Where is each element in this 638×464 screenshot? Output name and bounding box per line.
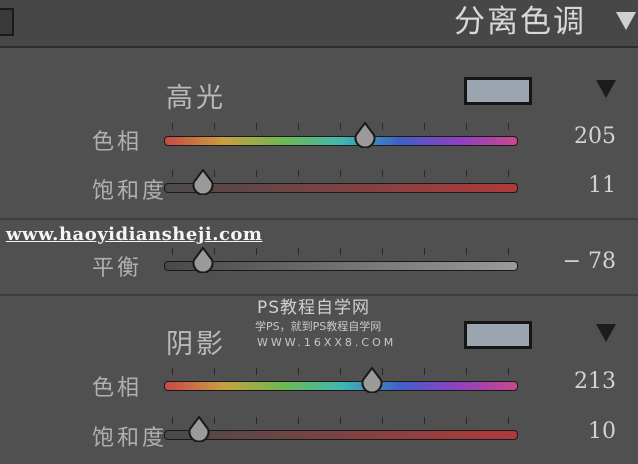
panel-switch-icon[interactable] xyxy=(0,8,14,36)
slider-tick xyxy=(508,170,509,177)
slider-tick xyxy=(298,417,299,424)
highlights-color-swatch[interactable] xyxy=(464,77,532,105)
slider-tick xyxy=(340,170,341,177)
slider-tick xyxy=(256,368,257,375)
slider-tick xyxy=(466,368,467,375)
highlights-saturation-slider[interactable] xyxy=(164,183,518,193)
slider-tick xyxy=(508,123,509,130)
slider-tick xyxy=(214,417,215,424)
slider-tick xyxy=(256,170,257,177)
slider-tick xyxy=(466,123,467,130)
balance-label: 平衡 xyxy=(92,256,143,281)
slider-tick xyxy=(424,368,425,375)
slider-tick xyxy=(508,248,509,255)
shadows-saturation-label: 饱和度 xyxy=(92,426,168,451)
highlights-hue-thumb-icon[interactable] xyxy=(352,121,378,149)
slider-tick xyxy=(256,248,257,255)
highlights-hue-label: 色相 xyxy=(92,130,143,155)
slider-tick xyxy=(340,123,341,130)
shadows-hue-thumb-icon[interactable] xyxy=(359,366,385,394)
highlights-label: 高光 xyxy=(166,83,226,114)
highlights-saturation-label: 饱和度 xyxy=(92,179,168,204)
slider-tick xyxy=(340,417,341,424)
watermark-url: www.haoyidiansheji.com xyxy=(6,224,263,245)
slider-tick xyxy=(508,368,509,375)
watermark-slogan: 学PS，就到PS教程自学网 xyxy=(255,320,382,333)
slider-tick xyxy=(256,417,257,424)
highlights-triangle-icon[interactable] xyxy=(596,80,616,98)
slider-tick xyxy=(382,170,383,177)
shadows-saturation-value[interactable]: 10 xyxy=(588,419,616,444)
slider-tick xyxy=(466,248,467,255)
slider-tick xyxy=(298,368,299,375)
highlights-saturation-value[interactable]: 11 xyxy=(588,173,616,198)
highlights-hue-value[interactable]: 205 xyxy=(574,124,616,149)
slider-tick xyxy=(214,368,215,375)
slider-tick xyxy=(340,248,341,255)
slider-tick xyxy=(382,123,383,130)
shadows-label: 阴影 xyxy=(166,329,226,360)
highlights-saturation-thumb-icon[interactable] xyxy=(190,168,216,196)
slider-tick xyxy=(424,417,425,424)
panel-title: 分离色调 xyxy=(454,4,586,40)
slider-tick xyxy=(424,170,425,177)
panel-header[interactable]: 分离色调 xyxy=(0,0,638,48)
shadows-color-swatch[interactable] xyxy=(464,321,532,349)
balance-value[interactable]: − 78 xyxy=(563,249,616,274)
slider-tick xyxy=(172,123,173,130)
highlights-hue-slider[interactable] xyxy=(164,136,518,146)
slider-tick xyxy=(214,123,215,130)
slider-tick xyxy=(298,170,299,177)
slider-tick xyxy=(382,417,383,424)
shadows-saturation-thumb-icon[interactable] xyxy=(186,415,212,443)
slider-tick xyxy=(424,248,425,255)
watermark-site-name: PS教程自学网 xyxy=(257,298,371,318)
slider-tick xyxy=(256,123,257,130)
shadows-hue-slider[interactable] xyxy=(164,381,518,391)
slider-tick xyxy=(382,248,383,255)
slider-tick xyxy=(172,417,173,424)
slider-tick xyxy=(424,123,425,130)
slider-tick xyxy=(466,417,467,424)
shadows-hue-label: 色相 xyxy=(92,376,143,401)
slider-tick xyxy=(298,248,299,255)
watermark-domain: WWW.16XX8.COM xyxy=(257,336,397,349)
shadows-saturation-slider[interactable] xyxy=(164,430,518,440)
shadows-triangle-icon[interactable] xyxy=(596,324,616,342)
shadows-hue-value[interactable]: 213 xyxy=(574,369,616,394)
slider-tick xyxy=(340,368,341,375)
section-divider xyxy=(0,218,638,220)
balance-slider[interactable] xyxy=(164,261,518,271)
slider-tick xyxy=(172,170,173,177)
slider-tick xyxy=(298,123,299,130)
slider-tick xyxy=(466,170,467,177)
slider-tick xyxy=(172,248,173,255)
collapse-panel-triangle-icon[interactable] xyxy=(616,12,636,30)
balance-thumb-icon[interactable] xyxy=(190,246,216,274)
slider-tick xyxy=(172,368,173,375)
slider-tick xyxy=(508,417,509,424)
